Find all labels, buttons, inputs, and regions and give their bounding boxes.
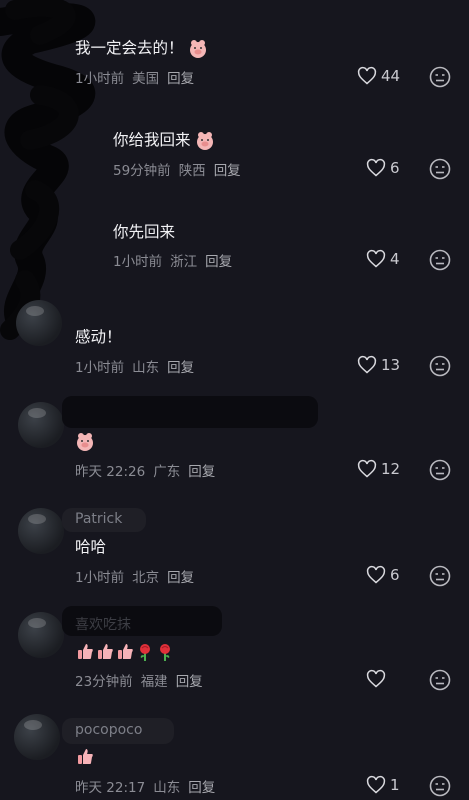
neutral-face-icon[interactable]	[429, 66, 451, 88]
comment-emojis	[75, 641, 175, 662]
thumbs-up-emoji-icon	[118, 643, 133, 659]
comment-time: 1小时前	[75, 570, 125, 586]
like-count: 12	[381, 460, 401, 478]
like-count: 44	[381, 67, 401, 85]
reply-button[interactable]: 回复	[214, 163, 241, 179]
like-count: 1	[390, 776, 400, 794]
comment-meta: 59分钟前 陕西 回复	[113, 159, 249, 179]
comment-time: 昨天 22:26	[75, 464, 146, 480]
comment-time: 1小时前	[75, 71, 125, 87]
like-button[interactable]: 13	[357, 355, 400, 375]
heart-outline-icon	[357, 355, 377, 374]
comment-meta: 昨天 22:26 广东 回复	[75, 460, 223, 480]
like-button[interactable]: 12	[357, 459, 400, 479]
like-button[interactable]: 6	[366, 158, 400, 178]
comment-meta: 1小时前 美国 回复	[75, 67, 202, 87]
reply-button[interactable]: 回复	[205, 254, 232, 270]
like-button[interactable]: 6	[366, 565, 400, 585]
like-button[interactable]: 4	[366, 249, 400, 269]
comment-time: 昨天 22:17	[75, 780, 146, 796]
comment-meta: 1小时前 浙江 回复	[113, 250, 240, 270]
neutral-face-icon[interactable]	[429, 669, 451, 691]
rose-emoji-icon	[160, 643, 170, 661]
comment-meta: 1小时前 北京 回复	[75, 566, 202, 586]
comment-region: 山东	[153, 780, 181, 796]
comment-region: 美国	[132, 71, 160, 87]
reply-button[interactable]: 回复	[167, 71, 194, 87]
like-count: 4	[390, 250, 400, 268]
redacted-username	[62, 396, 318, 428]
avatar[interactable]	[14, 714, 60, 760]
reply-button[interactable]: 回复	[188, 780, 215, 796]
neutral-face-icon[interactable]	[429, 565, 451, 587]
thumbs-up-emoji-icon	[78, 748, 93, 764]
username[interactable]: 喜欢吃抹	[75, 614, 131, 634]
comment-meta: 1小时前 山东 回复	[75, 356, 202, 376]
avatar[interactable]	[18, 402, 64, 448]
heart-outline-icon	[366, 565, 386, 584]
thumbs-up-emoji-icon	[78, 643, 93, 659]
username[interactable]: Patrick	[75, 511, 122, 527]
like-count: 6	[390, 159, 400, 177]
like-count: 13	[381, 356, 401, 374]
like-button[interactable]: 1	[366, 775, 400, 795]
like-button[interactable]	[366, 669, 390, 689]
pig-emoji-icon	[197, 131, 214, 150]
neutral-face-icon[interactable]	[429, 775, 451, 797]
comment-text: 哈哈	[75, 538, 107, 556]
like-button[interactable]: 44	[357, 66, 400, 86]
neutral-face-icon[interactable]	[429, 459, 451, 481]
pig-emoji-icon	[190, 39, 207, 58]
thumbs-up-emoji-icon	[98, 643, 113, 659]
neutral-face-icon[interactable]	[429, 158, 451, 180]
heart-outline-icon	[366, 669, 386, 688]
comment-region: 山东	[132, 360, 160, 376]
comment-meta: 昨天 22:17 山东 回复	[75, 776, 223, 796]
rose-emoji-icon	[140, 643, 150, 661]
comment-meta: 23分钟前 福建 回复	[75, 670, 211, 690]
heart-outline-icon	[366, 775, 386, 794]
comment-time: 23分钟前	[75, 674, 133, 690]
comment-region: 福建	[140, 674, 168, 690]
reply-button[interactable]: 回复	[167, 360, 194, 376]
username[interactable]: pocopoco	[75, 722, 142, 738]
neutral-face-icon[interactable]	[429, 355, 451, 377]
heart-outline-icon	[357, 66, 377, 85]
comment-region: 陕西	[178, 163, 206, 179]
avatar[interactable]	[18, 612, 64, 658]
heart-outline-icon	[357, 459, 377, 478]
comment-time: 1小时前	[113, 254, 163, 270]
heart-outline-icon	[366, 158, 386, 177]
neutral-face-icon[interactable]	[429, 249, 451, 271]
comment-emojis	[75, 746, 95, 767]
comment-region: 北京	[132, 570, 160, 586]
avatar[interactable]	[18, 508, 64, 554]
reply-button[interactable]: 回复	[188, 464, 215, 480]
comment-time: 59分钟前	[113, 163, 171, 179]
like-count: 6	[390, 566, 400, 584]
comment-text: 我一定会去的！	[75, 38, 208, 59]
reply-button[interactable]: 回复	[176, 674, 203, 690]
comment-text	[75, 431, 95, 452]
reply-button[interactable]: 回复	[167, 570, 194, 586]
comment-text: 你先回来	[113, 223, 176, 241]
comment-time: 1小时前	[75, 360, 125, 376]
pig-emoji-icon	[77, 432, 93, 451]
comment-text: 你给我回来	[113, 130, 215, 151]
comment-region: 广东	[153, 464, 181, 480]
avatar[interactable]	[16, 300, 62, 346]
comment-text: 感动！	[75, 328, 122, 346]
heart-outline-icon	[366, 249, 386, 268]
comment-region: 浙江	[170, 254, 198, 270]
